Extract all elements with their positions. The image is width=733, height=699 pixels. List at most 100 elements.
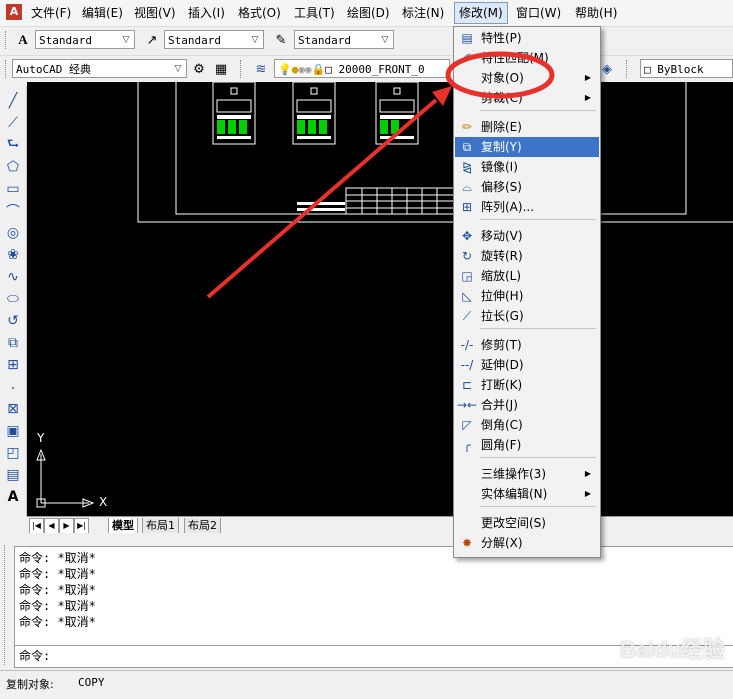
- menu-window[interactable]: 窗口(W): [512, 3, 565, 23]
- menu-item-scale[interactable]: ◲ 缩放(L): [455, 266, 599, 286]
- multiline-text-icon[interactable]: A: [3, 488, 23, 506]
- draw-toolbar: ╱ ⟋ ⮑ ⬠ ▭ ⌒ ◎ ❀ ∿ ⬭ ↺ ⧉ ⊞ · ⊠ ▣ ◰ ▤ A: [0, 86, 27, 516]
- workspace-lock-icon[interactable]: ▦: [212, 60, 230, 78]
- tab-next-button[interactable]: ▶: [59, 518, 74, 534]
- polygon-icon[interactable]: ⬠: [3, 158, 23, 176]
- point-icon[interactable]: ·: [3, 380, 23, 398]
- tab-first-button[interactable]: |◀: [29, 518, 44, 534]
- menu-help[interactable]: 帮助(H): [571, 3, 621, 23]
- status-bar: 复制对象: COPY: [0, 670, 733, 699]
- tab-layout2[interactable]: 布局2: [184, 518, 221, 534]
- polyline-icon[interactable]: ⮑: [3, 136, 23, 154]
- menu-modify[interactable]: 修改(M): [454, 2, 508, 24]
- make-block-icon[interactable]: ⊞: [3, 356, 23, 374]
- explode-icon: ✸: [461, 536, 473, 550]
- match-properties-icon: ✐: [461, 51, 473, 65]
- menu-item-match-properties[interactable]: ✐ 特性匹配(M): [455, 48, 599, 68]
- command-window-grip[interactable]: [4, 545, 11, 665]
- menu-view[interactable]: 视图(V): [130, 3, 180, 23]
- menu-item-solid-editing[interactable]: 实体编辑(N) ▶: [455, 484, 599, 504]
- color-select[interactable]: □ ByBlock: [640, 59, 733, 78]
- menu-separator: [480, 506, 596, 507]
- menu-item-change-space[interactable]: 更改空间(S): [455, 513, 599, 533]
- tab-layout1[interactable]: 布局1: [142, 518, 179, 534]
- menu-item-move[interactable]: ✥ 移动(V): [455, 226, 599, 246]
- dim-style-select[interactable]: Standard ▽: [164, 30, 264, 49]
- command-history[interactable]: 命令: *取消* 命令: *取消* 命令: *取消* 命令: *取消* 命令: …: [14, 546, 733, 645]
- toolbar-grip[interactable]: [5, 31, 9, 49]
- text-style-icon[interactable]: A: [14, 31, 32, 49]
- app-logo-icon[interactable]: A: [6, 4, 22, 20]
- layers-toolbar: AutoCAD 经典 ▽ ⚙ ▦ ≋ 💡●◉◉🔒□ 20000_FRONT_0 ◈…: [0, 55, 733, 82]
- menu-dimension[interactable]: 标注(N): [398, 3, 448, 23]
- arc-icon[interactable]: ⌒: [3, 202, 23, 220]
- menu-item-lengthen[interactable]: ⟋ 拉长(G): [455, 306, 599, 326]
- menu-format[interactable]: 格式(O): [234, 3, 285, 23]
- break-icon: ⊏: [461, 378, 473, 392]
- menu-item-extend[interactable]: --/延伸(D): [455, 355, 599, 375]
- move-icon: ✥: [461, 229, 473, 243]
- insert-block-icon[interactable]: ⧉: [3, 334, 23, 352]
- tab-last-button[interactable]: ▶|: [74, 518, 89, 534]
- menu-item-explode[interactable]: ✸ 分解(X): [455, 533, 599, 553]
- menu-item-object[interactable]: 对象(O) ▶: [455, 68, 599, 88]
- menu-item-stretch[interactable]: ◺ 拉伸(H): [455, 286, 599, 306]
- table-icon[interactable]: ▤: [3, 466, 23, 484]
- modify-menu-dropdown: ▤ 特性(P) ✐ 特性匹配(M) 对象(O) ▶ 剪裁(C) ▶ ✏ 删除(E) ⧉ 复制…: [453, 26, 601, 558]
- text-style-select[interactable]: Standard ▽: [35, 30, 135, 49]
- toolbar-grip[interactable]: [240, 60, 244, 78]
- menu-item-copy[interactable]: ⧉ 复制(Y): [455, 137, 599, 157]
- layer-color-swatch: □: [325, 63, 332, 76]
- menu-item-join[interactable]: →← 合并(J): [455, 395, 599, 415]
- drawing-content: [36, 82, 733, 508]
- menu-item-trim[interactable]: -/- 修剪(T): [455, 335, 599, 355]
- construction-line-icon[interactable]: ⟋: [3, 114, 23, 132]
- toolbar-grip[interactable]: [626, 60, 630, 78]
- ellipse-icon[interactable]: ⬭: [3, 290, 23, 308]
- menu-separator: [480, 219, 596, 220]
- menu-edit[interactable]: 编辑(E): [78, 3, 127, 23]
- table-style-icon[interactable]: ✎: [272, 31, 290, 49]
- dim-style-icon[interactable]: ↗: [143, 31, 161, 49]
- menu-item-3d-operations[interactable]: 三维操作(3) ▶: [455, 464, 599, 484]
- menu-item-break[interactable]: ⊏ 打断(K): [455, 375, 599, 395]
- spline-icon[interactable]: ∿: [3, 268, 23, 286]
- rectangle-icon[interactable]: ▭: [3, 180, 23, 198]
- menu-item-fillet[interactable]: ╭ 圆角(F): [455, 435, 599, 455]
- menu-item-mirror[interactable]: ⧎ 镜像(I): [455, 157, 599, 177]
- join-icon: →←: [456, 398, 478, 412]
- revision-cloud-icon[interactable]: ❀: [3, 246, 23, 264]
- history-line: 命令: *取消*: [19, 599, 96, 613]
- menu-file[interactable]: 文件(F): [27, 3, 75, 23]
- layer-manager-icon[interactable]: ≋: [252, 60, 270, 78]
- drawing-canvas[interactable]: Y X: [27, 82, 733, 516]
- line-icon[interactable]: ╱: [3, 92, 23, 110]
- ellipse-arc-icon[interactable]: ↺: [3, 312, 23, 330]
- menu-item-offset[interactable]: ⌓ 偏移(S): [455, 177, 599, 197]
- workspace-select[interactable]: AutoCAD 经典 ▽: [12, 59, 187, 78]
- menu-separator: [480, 457, 596, 458]
- circle-icon[interactable]: ◎: [3, 224, 23, 242]
- tab-prev-button[interactable]: ◀: [44, 518, 59, 534]
- layer-select[interactable]: 💡●◉◉🔒□ 20000_FRONT_0: [274, 59, 450, 78]
- gradient-icon[interactable]: ▣: [3, 422, 23, 440]
- menu-separator: [480, 110, 596, 111]
- lengthen-icon: ⟋: [462, 309, 472, 323]
- menu-insert[interactable]: 插入(I): [184, 3, 229, 23]
- region-icon[interactable]: ◰: [3, 444, 23, 462]
- tab-model[interactable]: 模型: [108, 518, 138, 534]
- menu-item-properties[interactable]: ▤ 特性(P): [455, 28, 599, 48]
- hatch-icon[interactable]: ⊠: [3, 400, 23, 418]
- layer-lock-icon: 🔒: [311, 63, 326, 76]
- menu-item-chamfer[interactable]: ◸ 倒角(C): [455, 415, 599, 435]
- workspace-settings-icon[interactable]: ⚙: [190, 60, 208, 78]
- table-style-select[interactable]: Standard ▽: [294, 30, 394, 49]
- submenu-arrow-icon: ▶: [584, 489, 591, 498]
- menu-draw[interactable]: 绘图(D): [343, 3, 394, 23]
- menu-item-rotate[interactable]: ↻ 旋转(R): [455, 246, 599, 266]
- menu-item-clip[interactable]: 剪裁(C) ▶: [455, 88, 599, 108]
- menu-tools[interactable]: 工具(T): [290, 3, 339, 23]
- toolbar-grip[interactable]: [5, 60, 9, 78]
- menu-item-array[interactable]: ⊞ 阵列(A)...: [455, 197, 599, 217]
- menu-item-erase[interactable]: ✏ 删除(E): [455, 117, 599, 137]
